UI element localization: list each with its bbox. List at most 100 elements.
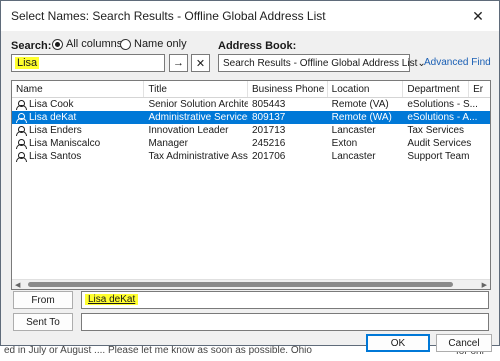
- cell-title: Administrative Services ...: [144, 112, 248, 123]
- cell-name-text: Lisa Cook: [29, 99, 74, 110]
- window-title: Select Names: Search Results - Offline G…: [11, 9, 326, 23]
- from-field-value: Lisa deKat: [85, 294, 139, 305]
- sent-to-button[interactable]: Sent To: [13, 313, 73, 331]
- clear-search-button[interactable]: ✕: [191, 54, 210, 72]
- cell-location: Remote (VA): [328, 99, 404, 110]
- cell-name: Lisa Santos: [12, 151, 144, 162]
- radio-selected-icon: [52, 38, 63, 50]
- cell-department: eSolutions - S...: [403, 99, 490, 110]
- cell-location-text: Lancaster: [331, 151, 376, 162]
- cell-title: Tax Administrative Assi...: [144, 151, 248, 162]
- cell-name-text: Lisa deKat: [29, 112, 77, 123]
- cell-location: Lancaster: [328, 151, 404, 162]
- table-row[interactable]: Lisa deKat Administrative Services ... 809…: [12, 111, 490, 124]
- cell-department-text: Tax Services: [407, 125, 465, 136]
- cell-title-text: Senior Solution Architect: [148, 99, 248, 110]
- scroll-right-icon[interactable]: ▶: [482, 281, 487, 289]
- cell-title: Manager: [144, 138, 248, 149]
- cell-phone: 809137: [248, 112, 328, 123]
- cell-title-text: Administrative Services ...: [148, 112, 248, 123]
- person-icon: [16, 151, 27, 162]
- cell-name-text: Lisa Maniscalco: [29, 138, 101, 149]
- cell-phone: 805443: [248, 99, 328, 110]
- column-header-title[interactable]: Title: [144, 81, 248, 97]
- table-row[interactable]: Lisa Maniscalco Manager 245216 Exton Audit S…: [12, 137, 490, 150]
- cell-phone-text: 809137: [252, 112, 286, 123]
- from-button[interactable]: From: [13, 291, 73, 309]
- cell-phone: 201706: [248, 151, 328, 162]
- address-book-select[interactable]: Search Results - Offline Global Address …: [218, 54, 426, 72]
- search-input-value: Lisa: [15, 57, 40, 69]
- cell-location: Exton: [328, 138, 404, 149]
- radio-name-only[interactable]: Name only: [120, 38, 187, 50]
- select-names-dialog: Select Names: Search Results - Offline G…: [0, 0, 500, 352]
- column-header-location[interactable]: Location: [328, 81, 404, 97]
- address-book-label: Address Book:: [218, 40, 297, 52]
- ok-button[interactable]: OK: [366, 334, 430, 352]
- sent-to-field[interactable]: [81, 313, 489, 331]
- table-row[interactable]: Lisa Cook Senior Solution Architect 805443…: [12, 98, 490, 111]
- cell-department-text: eSolutions - A...: [407, 112, 478, 123]
- cell-title-text: Innovation Leader: [148, 125, 229, 136]
- radio-all-columns-label: All columns: [66, 38, 123, 50]
- person-icon: [16, 99, 27, 110]
- cell-location-text: Exton: [331, 138, 358, 149]
- column-header-name[interactable]: Name: [12, 81, 145, 97]
- cell-name-text: Lisa Santos: [29, 151, 82, 162]
- table-row[interactable]: Lisa Enders Innovation Leader 201713 Lancas…: [12, 124, 490, 137]
- close-icon[interactable]: ✕: [457, 1, 499, 31]
- person-icon: [16, 125, 27, 136]
- cell-department: Tax Services: [403, 125, 490, 136]
- scrollbar-thumb[interactable]: [28, 282, 453, 287]
- cancel-button[interactable]: Cancel: [436, 334, 492, 352]
- cell-location-text: Remote (VA): [331, 99, 389, 110]
- person-icon: [16, 138, 27, 149]
- cell-phone: 245216: [248, 138, 328, 149]
- address-book-selected: Search Results - Offline Global Address …: [223, 57, 418, 69]
- cell-department: Support Team: [403, 151, 490, 162]
- cell-phone-text: 805443: [252, 99, 286, 110]
- column-header-department[interactable]: Department: [403, 81, 470, 97]
- person-icon: [16, 112, 27, 123]
- table-row[interactable]: Lisa Santos Tax Administrative Assi... 201…: [12, 150, 490, 163]
- background-document-text: ed in July or August .... Please let me …: [4, 345, 312, 356]
- radio-all-columns[interactable]: All columns: [52, 38, 122, 50]
- cell-location-text: Lancaster: [331, 125, 376, 136]
- cell-phone-text: 201713: [252, 125, 286, 136]
- table-body: Lisa Cook Senior Solution Architect 805443…: [12, 98, 490, 163]
- cell-phone: 201713: [248, 125, 328, 136]
- search-input[interactable]: Lisa: [11, 54, 165, 72]
- cell-location-text: Remote (WA): [331, 112, 392, 123]
- radio-name-only-label: Name only: [134, 38, 187, 50]
- cell-department: eSolutions - A...: [403, 112, 490, 123]
- cell-department-text: Audit Services: [407, 138, 472, 149]
- from-field[interactable]: Lisa deKat: [81, 291, 489, 309]
- cell-location: Remote (WA): [328, 112, 404, 123]
- cell-name: Lisa Maniscalco: [12, 138, 144, 149]
- title-bar: Select Names: Search Results - Offline G…: [1, 1, 499, 31]
- cell-name: Lisa Cook: [12, 99, 144, 110]
- cell-location: Lancaster: [328, 125, 404, 136]
- go-button[interactable]: →: [169, 54, 188, 72]
- results-table[interactable]: Name Title Business Phone Location Depar…: [11, 80, 491, 290]
- radio-unselected-icon: [120, 38, 131, 50]
- cell-department-text: Support Team: [407, 151, 470, 162]
- table-header: Name Title Business Phone Location Depar…: [12, 81, 490, 98]
- cell-title: Senior Solution Architect: [144, 99, 248, 110]
- cell-title-text: Tax Administrative Assi...: [148, 151, 248, 162]
- scroll-left-icon[interactable]: ◀: [15, 281, 20, 289]
- cell-phone-text: 245216: [252, 138, 286, 149]
- column-header-email[interactable]: Er: [469, 81, 490, 97]
- cell-title: Innovation Leader: [144, 125, 248, 136]
- cell-title-text: Manager: [148, 138, 188, 149]
- cell-phone-text: 201706: [252, 151, 286, 162]
- advanced-find-link[interactable]: Advanced Find: [424, 57, 491, 68]
- horizontal-scrollbar[interactable]: ◀ ▶: [12, 279, 490, 289]
- cell-department-text: eSolutions - S...: [407, 99, 478, 110]
- cell-name: Lisa Enders: [12, 125, 144, 136]
- column-header-phone[interactable]: Business Phone: [248, 81, 328, 97]
- cell-name: Lisa deKat: [12, 112, 144, 123]
- cell-department: Audit Services: [403, 138, 490, 149]
- cell-name-text: Lisa Enders: [29, 125, 82, 136]
- search-label: Search:: [11, 40, 52, 52]
